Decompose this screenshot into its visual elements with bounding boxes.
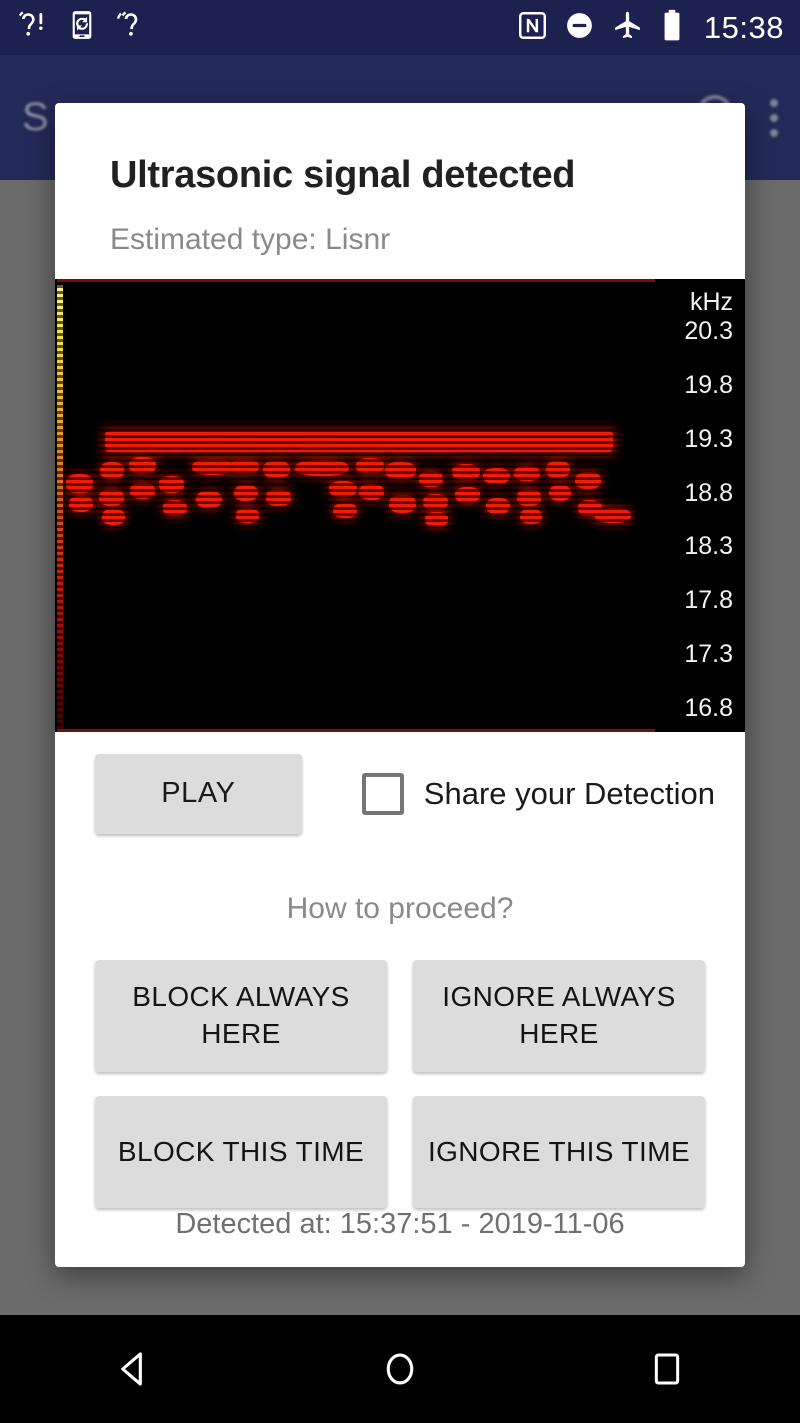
signal-blob: [266, 489, 292, 506]
frequency-tick-label: 17.3: [684, 640, 733, 669]
status-bar-right-icons: 15:38: [517, 9, 784, 47]
do-not-disturb-icon: [564, 10, 595, 46]
signal-blob: [574, 471, 602, 489]
frequency-tick-label: 18.3: [684, 532, 733, 561]
dialog-body: PLAY Share your Detection How to proceed…: [55, 732, 745, 1267]
axis-unit-label: kHz: [689, 287, 733, 316]
overflow-menu-icon[interactable]: [770, 98, 778, 137]
share-detection-checkbox[interactable]: [361, 772, 404, 815]
signal-blob: [65, 474, 93, 493]
ultrasonic-detection-dialog: Ultrasonic signal detected Estimated typ…: [55, 103, 745, 1267]
signal-blob: [384, 462, 416, 479]
signal-blob: [422, 493, 449, 510]
signal-blob: [236, 508, 260, 524]
frequency-tick-label: 19.8: [684, 370, 733, 399]
airplane-mode-icon: [611, 9, 644, 47]
frequency-axis: kHz 20.3 19.8 19.3 18.8 18.3 17.8 17.3 16.8: [657, 278, 745, 732]
frequency-tick-label: 20.3: [684, 316, 733, 345]
frequency-tick-label: 17.8: [684, 586, 733, 615]
signal-blob: [451, 463, 481, 480]
signal-blob: [482, 467, 511, 485]
frequency-tick-label: 18.8: [684, 478, 733, 507]
carrier-band: [104, 430, 614, 453]
signal-blob: [158, 476, 184, 493]
signal-blob: [128, 456, 157, 474]
signal-blob: [455, 487, 481, 504]
signal-blob: [191, 459, 234, 476]
ignore-this-time-button[interactable]: IGNORE THIS TIME: [413, 1095, 705, 1208]
signal-blob: [163, 500, 188, 517]
app-bar-title: S: [22, 95, 49, 139]
signal-blob: [230, 458, 260, 474]
signal-blob: [234, 485, 258, 502]
status-bar-clock: 15:38: [703, 9, 784, 45]
hearing-icon: [116, 9, 148, 46]
dialog-header: Ultrasonic signal detected Estimated typ…: [55, 103, 745, 279]
battery-full-icon: [660, 9, 684, 47]
android-navigation-bar: [0, 1315, 800, 1423]
signal-blob: [418, 471, 443, 488]
phone-screen: S 15:38 Ultrasonic signal detected Estim…: [0, 0, 800, 1423]
signal-blob: [101, 508, 125, 525]
signal-blob: [356, 458, 384, 475]
spectrogram-colorbar: [57, 284, 63, 729]
signal-blob: [517, 489, 542, 506]
action-button-grid: BLOCK ALWAYS HERE IGNORE ALWAYS HERE BLO…: [85, 959, 715, 1208]
signal-blob: [546, 461, 571, 478]
phone-sync-icon: [66, 9, 98, 46]
signal-blob: [68, 495, 93, 513]
share-detection-label: Share your Detection: [423, 775, 715, 811]
spectrogram-signal: [57, 282, 655, 729]
ignore-always-here-button[interactable]: IGNORE ALWAYS HERE: [413, 959, 705, 1072]
home-button[interactable]: [340, 1315, 460, 1423]
signal-blob: [329, 480, 357, 497]
dialog-title: Ultrasonic signal detected: [110, 154, 576, 196]
hearing-alert-icon: [16, 9, 48, 46]
spectrogram-chart: kHz 20.3 19.8 19.3 18.8 18.3 17.8 17.3 16.8: [55, 278, 745, 732]
status-bar-left-icons: [16, 9, 148, 46]
frequency-tick-label: 16.8: [684, 694, 733, 723]
recents-button[interactable]: [607, 1315, 727, 1423]
frequency-tick-label: 19.3: [684, 424, 733, 453]
spectrogram-plot-area: [57, 278, 655, 732]
block-this-time-button[interactable]: BLOCK THIS TIME: [95, 1095, 387, 1208]
signal-blob: [520, 509, 542, 525]
signal-blob: [263, 461, 290, 478]
signal-blob: [129, 482, 156, 500]
detected-at-timestamp: Detected at: 15:37:51 - 2019-11-06: [175, 1207, 625, 1240]
share-detection-row[interactable]: Share your Detection: [361, 772, 715, 815]
signal-blob: [195, 491, 223, 509]
signal-blob: [514, 466, 540, 482]
signal-blob: [100, 462, 124, 479]
signal-blob: [595, 508, 632, 524]
signal-blob: [358, 484, 385, 501]
playback-control-row: PLAY Share your Detection: [85, 753, 715, 834]
signal-blob: [389, 495, 416, 513]
play-button[interactable]: PLAY: [95, 753, 302, 834]
signal-blob: [98, 488, 124, 507]
signal-blob: [486, 498, 511, 515]
signal-blob: [425, 511, 449, 527]
dialog-subtitle: Estimated type: Lisnr: [110, 222, 391, 256]
status-bar: 15:38: [0, 0, 800, 55]
signal-blob: [295, 460, 349, 477]
block-always-here-button[interactable]: BLOCK ALWAYS HERE: [95, 959, 387, 1072]
signal-blob: [333, 502, 358, 518]
nfc-icon: [517, 10, 548, 46]
proceed-prompt: How to proceed?: [286, 891, 514, 925]
back-button[interactable]: [73, 1315, 193, 1423]
signal-blob: [548, 485, 572, 502]
